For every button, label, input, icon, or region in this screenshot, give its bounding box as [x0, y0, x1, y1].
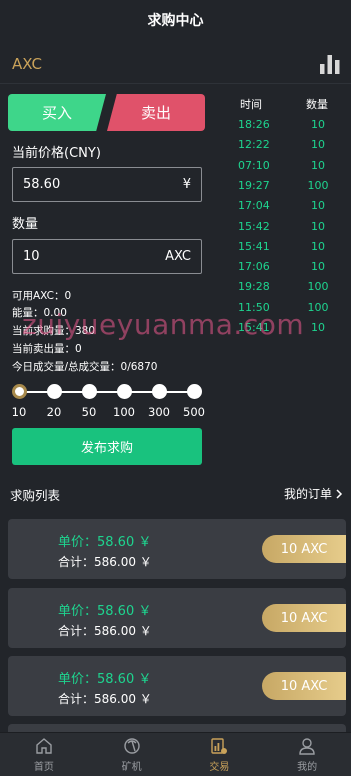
order-amount-button[interactable]: 10 AXC [262, 672, 346, 700]
slider-label: 10 [11, 405, 27, 419]
current-buy-volume: 当前求购量：380 [12, 325, 96, 337]
slider-label: 100 [113, 405, 135, 419]
slider-label: 20 [46, 405, 62, 419]
trade-qty: 10 [311, 158, 325, 172]
nav-home[interactable]: 首页 [0, 733, 88, 776]
nav-profile[interactable]: 我的 [263, 733, 351, 776]
tab-buy[interactable]: 买入 [8, 94, 106, 131]
slider-stop-300[interactable] [151, 384, 167, 399]
nav-profile-label: 我的 [297, 762, 318, 773]
quantity-field[interactable]: AXC [12, 239, 202, 274]
publish-buy-order-button[interactable]: 发布求购 [12, 428, 202, 465]
trade-qty: 10 [311, 118, 325, 131]
trade-time: 17:04 [238, 199, 270, 213]
order-unit-price: 单价：58.60 ￥ [58, 672, 152, 687]
trade-time: 11:50 [238, 300, 270, 314]
price-unit: ¥ [182, 177, 191, 192]
trade-time: 19:28 [238, 280, 270, 294]
trade-qty: 10 [311, 199, 325, 213]
buy-order-card[interactable]: 单价：58.60 ￥ 合计：586.00 ￥ 10 AXC [8, 588, 346, 648]
page-title: 求购中心 [147, 13, 204, 29]
trade-time: 07:10 [238, 158, 270, 172]
price-input[interactable] [23, 177, 143, 192]
buy-order-card[interactable]: 单价：58.60 ￥ 合计：586.00 ￥ 10 AXC [8, 519, 346, 579]
trade-time: 18:26 [238, 118, 270, 131]
order-amount-button[interactable]: 10 AXC [262, 604, 346, 632]
trades-qty-header: 数量 [306, 98, 328, 111]
order-unit-price: 单价：58.60 ￥ [58, 604, 152, 619]
trade-qty: 10 [311, 219, 325, 233]
current-sell-volume: 当前卖出量：0 [12, 343, 82, 355]
trade-time: 19:27 [238, 178, 270, 192]
nav-miner-label: 矿机 [121, 762, 142, 773]
trade-chart-icon [211, 738, 228, 754]
buy-list-title: 求购列表 [10, 488, 61, 503]
price-field[interactable]: ¥ [12, 167, 202, 202]
trade-qty: 100 [307, 280, 329, 294]
available-balance: 可用AXC：0 [12, 290, 72, 302]
quantity-label: 数量 [12, 217, 39, 232]
trade-qty: 10 [311, 260, 325, 274]
slider-stop-20[interactable] [46, 384, 62, 399]
slider-stop-500[interactable] [186, 384, 202, 399]
coin-name: AXC [12, 54, 42, 73]
slider-label: 50 [81, 405, 97, 419]
order-total: 合计：586.00 ￥ [58, 624, 152, 638]
order-total: 合计：586.00 ￥ [58, 555, 152, 569]
user-icon [299, 738, 315, 755]
tab-sell[interactable]: 卖出 [107, 94, 205, 131]
price-label: 当前价格(CNY) [12, 146, 101, 161]
slider-label: 300 [148, 405, 170, 419]
chevron-right-icon [336, 488, 343, 499]
nav-home-label: 首页 [33, 762, 54, 773]
coin-bar: AXC [0, 44, 351, 84]
daily-total-volume: 今日成交量/总成交量：0/6870 [12, 361, 158, 373]
trade-qty: 100 [307, 178, 329, 192]
trade-time: 15:41 [238, 239, 270, 253]
slider-stop-100[interactable] [116, 384, 132, 399]
slider-label: 500 [183, 405, 205, 419]
trade-time: 12:22 [238, 138, 270, 152]
trade-qty: 10 [311, 321, 325, 334]
nav-miner[interactable]: 矿机 [88, 733, 176, 776]
order-amount-button[interactable]: 10 AXC [262, 535, 346, 563]
trade-qty: 10 [311, 239, 325, 253]
quantity-unit: AXC [165, 249, 191, 264]
my-orders-label: 我的订单 [283, 487, 332, 501]
pickaxe-icon [123, 738, 140, 754]
trades-time-header: 时间 [240, 98, 262, 111]
quantity-input[interactable] [23, 249, 143, 264]
energy-balance: 能量：0.00 [12, 307, 67, 319]
bottom-nav: 首页 矿机 交易 我的 [0, 732, 351, 776]
slider-stop-50[interactable] [81, 384, 97, 399]
nav-trade-label: 交易 [209, 762, 230, 773]
trade-time: 15:41 [238, 321, 270, 334]
slider-stop-10[interactable] [11, 384, 27, 399]
trade-time: 17:06 [238, 260, 270, 274]
nav-trade[interactable]: 交易 [176, 733, 264, 776]
trade-qty: 10 [311, 138, 325, 152]
buy-order-card[interactable]: 单价：58.60 ￥ 合计：586.00 ￥ 10 AXC [8, 656, 346, 716]
order-total: 合计：586.00 ￥ [58, 692, 152, 706]
trade-qty: 100 [307, 300, 329, 314]
my-orders-link[interactable]: 我的订单 [284, 485, 343, 502]
trade-time: 15:42 [238, 219, 270, 233]
bar-chart-icon[interactable] [319, 53, 341, 75]
order-unit-price: 单价：58.60 ￥ [58, 535, 152, 550]
home-icon [36, 738, 52, 754]
